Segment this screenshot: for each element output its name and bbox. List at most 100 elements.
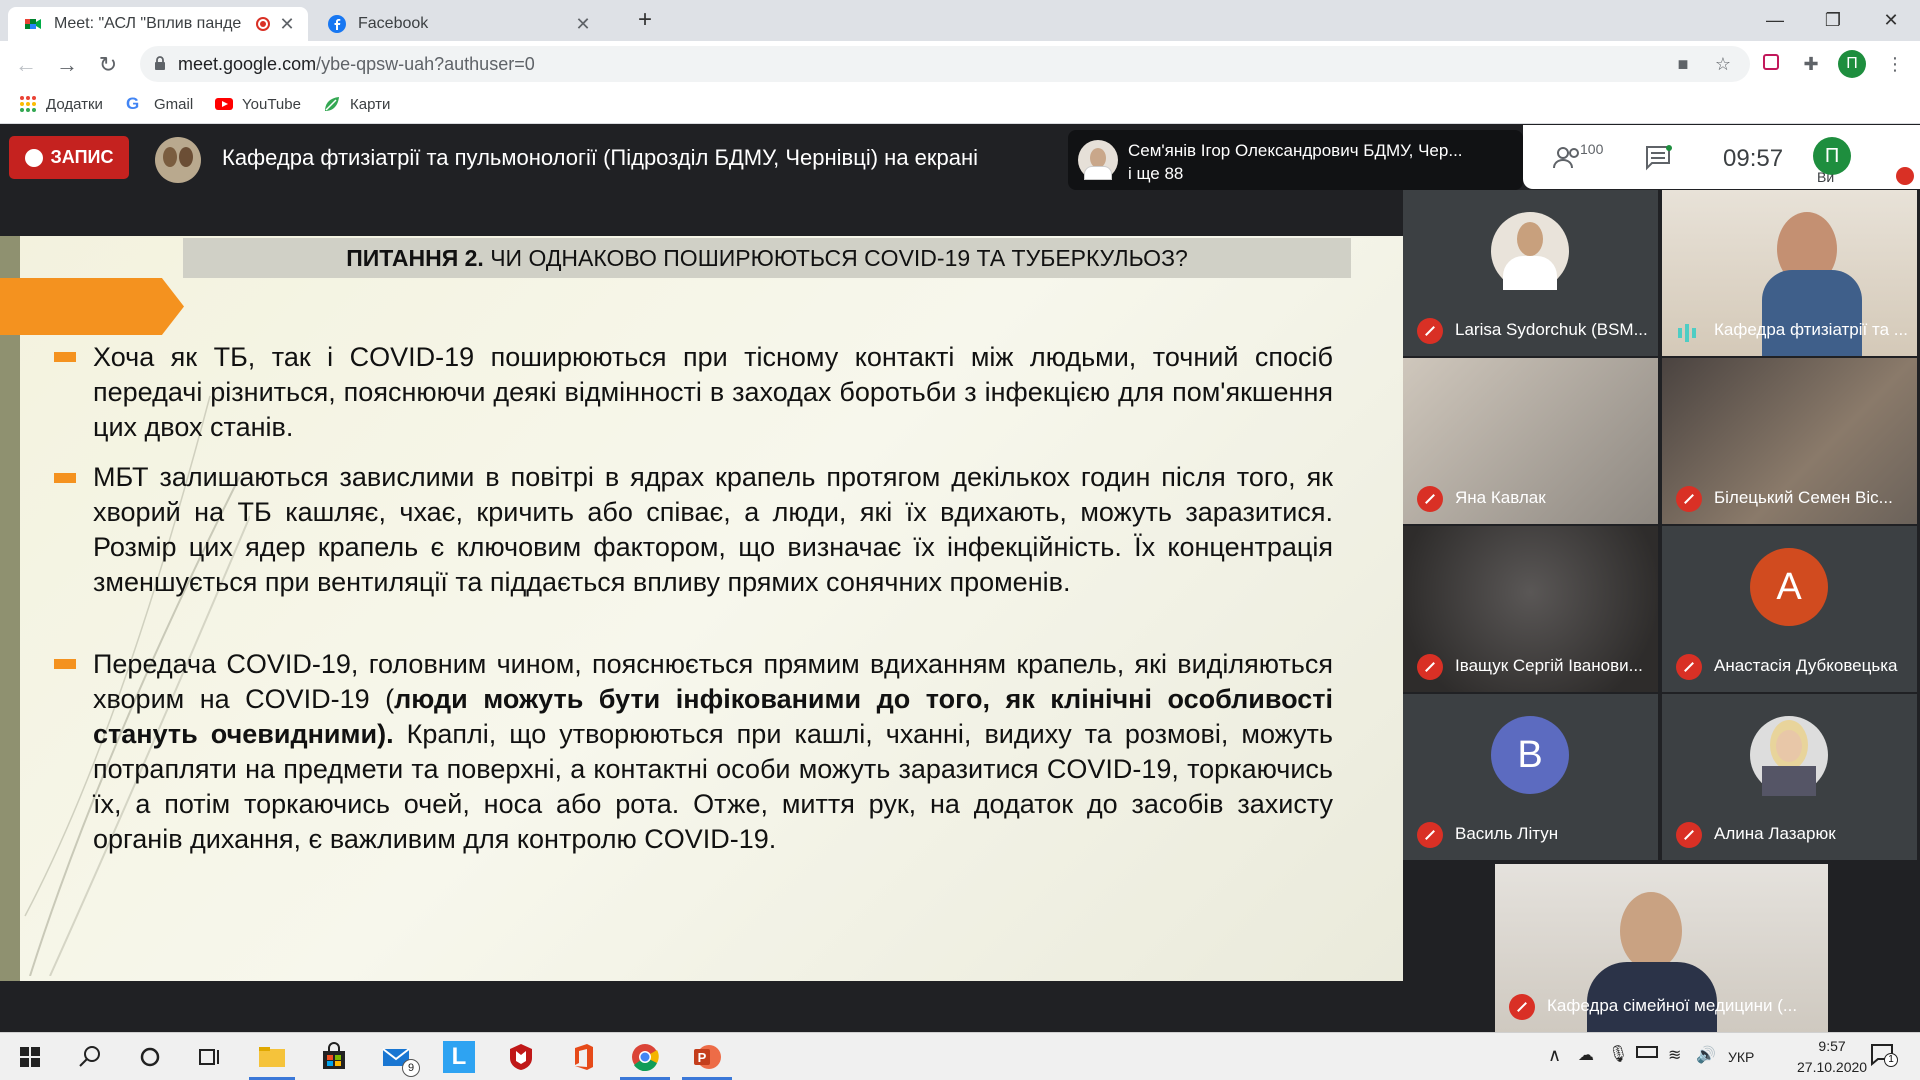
mic-off-icon [1417,486,1443,512]
participant-photo [1491,212,1569,290]
address-bar[interactable]: meet.google.com/ybe-qpsw-uah?authuser=0 … [140,46,1750,82]
google-g-icon: G [126,94,140,113]
question-number: ПИТАННЯ 2. [346,245,484,271]
mic-off-icon [1676,486,1702,512]
camera-icon[interactable]: ■ [1670,51,1696,77]
tab-meet[interactable]: Meet: "АСЛ "Вплив панде ✕ [8,7,308,41]
chat-icon[interactable] [1645,145,1673,171]
speaking-indicator-icon [1676,322,1700,344]
bullet-marker [54,659,76,669]
windows-start-icon[interactable] [14,1041,46,1073]
profile-avatar[interactable]: П [1838,50,1866,78]
wifi-icon[interactable]: ≋ [1668,1045,1681,1065]
question-band: ПИТАННЯ 2. ЧИ ОДНАКОВО ПОШИРЮЮТЬСЯ COVID… [183,238,1351,278]
search-icon[interactable] [74,1041,106,1073]
recording-indicator-icon [256,17,270,31]
office-icon[interactable] [567,1041,599,1073]
lingvo-l-icon[interactable]: L [443,1041,475,1073]
file-explorer-icon[interactable] [256,1041,288,1073]
self-label: Ви [1817,169,1835,185]
action-center-icon[interactable]: 1 [1870,1043,1898,1067]
chrome-icon[interactable] [629,1041,661,1073]
participant-video [1620,892,1682,970]
battery-icon[interactable] [1636,1046,1658,1058]
windows-taskbar: 9 L P ∧ ☁ 🎙 ≋ 🔊 УКР 9:57 27.10.2020 1 [0,1032,1920,1080]
participant-tile[interactable]: Кафедра сімейної медицини (... [1495,864,1828,1032]
tray-chevron-icon[interactable]: ∧ [1548,1045,1561,1066]
slide-paragraph-2: МБТ залишаються завислими в повітрі в яд… [93,462,1333,597]
meet-controls: 100 09:57 П Ви [1523,125,1920,189]
participant-name: Яна Кавлак [1455,488,1546,507]
participant-count: 100 [1580,141,1604,157]
input-language[interactable]: УКР [1728,1049,1754,1065]
url-host: meet.google.com [178,54,317,74]
participant-tile[interactable]: Яна Кавлак [1403,358,1658,524]
speaker-more: і ще 88 [1128,164,1184,183]
bookmark-label: Карти [350,95,391,113]
participant-name: Іващук Сергій Іванови... [1455,656,1643,675]
minimize-icon[interactable]: — [1752,4,1798,36]
speaker-name: Сем'янів Ігор Олександрович БДМУ, Чер... [1128,141,1463,160]
tray-date: 27.10.2020 [1797,1059,1868,1075]
maps-leaf-icon [325,97,339,111]
menu-kebab-icon[interactable]: ⋮ [1882,51,1908,77]
bookmark-youtube[interactable]: YouTube [214,94,301,114]
tab-title: Meet: "АСЛ "Вплив панде [54,15,242,32]
participant-tile[interactable]: Larisa Sydorchuk (BSM... [1403,190,1658,356]
record-dot-icon [24,148,43,167]
people-icon[interactable] [1553,147,1583,169]
bookmark-label: Gmail [154,95,194,113]
tray-clock[interactable]: 9:57 27.10.2020 [1797,1036,1867,1078]
participant-tile[interactable]: Кафедра фтизіатрії та ... [1662,190,1917,356]
task-view-icon[interactable] [194,1041,226,1073]
mic-off-icon [1676,822,1702,848]
slide-left-edge [0,236,20,981]
facebook-icon [328,15,346,33]
close-tab-icon[interactable]: ✕ [276,14,298,35]
bookmark-star-icon[interactable]: ☆ [1710,51,1736,77]
mcafee-icon[interactable] [505,1041,537,1073]
participant-initial-avatar: А [1750,548,1828,626]
meeting-clock: 09:57 [1723,145,1784,172]
back-icon[interactable]: ← [10,49,42,81]
participant-tile[interactable]: Білецький Семен Віс... [1662,358,1917,524]
bookmark-gmail[interactable]: G Gmail [126,94,193,114]
new-tab-icon[interactable]: + [622,4,668,36]
url-path: /ybe-qpsw-uah?authuser=0 [316,54,535,74]
participant-tile[interactable]: Іващук Сергій Іванови... [1403,526,1658,692]
mic-off-icon [1676,654,1702,680]
participant-tile[interactable]: В Василь Літун [1403,694,1658,860]
participant-name: Анастасія Дубковецька [1714,656,1898,675]
forward-icon[interactable]: → [51,49,83,81]
extension-shield-icon[interactable] [1758,51,1784,77]
participant-tile[interactable]: Алина Лазарюк [1662,694,1917,860]
url-text: meet.google.com/ybe-qpsw-uah?authuser=0 [178,46,535,82]
maximize-icon[interactable]: ❐ [1810,4,1856,36]
participant-tile[interactable]: А Анастасія Дубковецька [1662,526,1917,692]
active-speaker-card[interactable]: Сем'янів Ігор Олександрович БДМУ, Чер...… [1068,130,1523,190]
volume-icon[interactable]: 🔊 [1696,1045,1716,1065]
onedrive-cloud-icon[interactable]: ☁ [1578,1045,1594,1065]
question-text: ЧИ ОДНАКОВО ПОШИРЮЮТЬСЯ COVID-19 ТА ТУБЕ… [483,245,1188,271]
close-window-icon[interactable]: ✕ [1868,4,1914,36]
powerpoint-icon[interactable]: P [691,1041,723,1073]
svg-text:P: P [698,1050,707,1065]
mail-icon[interactable]: 9 [380,1041,420,1077]
store-icon[interactable] [318,1041,350,1073]
reload-icon[interactable]: ↻ [92,49,124,81]
presentation-slide: ПИТАННЯ 2. ЧИ ОДНАКОВО ПОШИРЮЮТЬСЯ COVID… [0,236,1403,981]
cortana-icon[interactable] [134,1041,166,1073]
extensions-puzzle-icon[interactable]: ✚ [1798,51,1824,77]
record-label: ЗАПИС [50,147,114,167]
recording-badge: ЗАПИС [9,136,129,179]
self-mic-muted-icon [1896,167,1914,185]
participant-name: Алина Лазарюк [1714,824,1836,843]
microphone-icon[interactable]: 🎙 [1608,1044,1628,1064]
bookmark-label: YouTube [242,95,301,113]
slide-paragraph-3: Передача COVID-19, головним чином, поясн… [93,647,1333,857]
tab-facebook[interactable]: Facebook ✕ [312,7,604,41]
bookmark-maps[interactable]: Карти [322,94,390,114]
bookmark-apps[interactable]: Додатки [18,94,103,114]
lock-icon [155,56,165,70]
close-tab-icon[interactable]: ✕ [572,14,594,35]
